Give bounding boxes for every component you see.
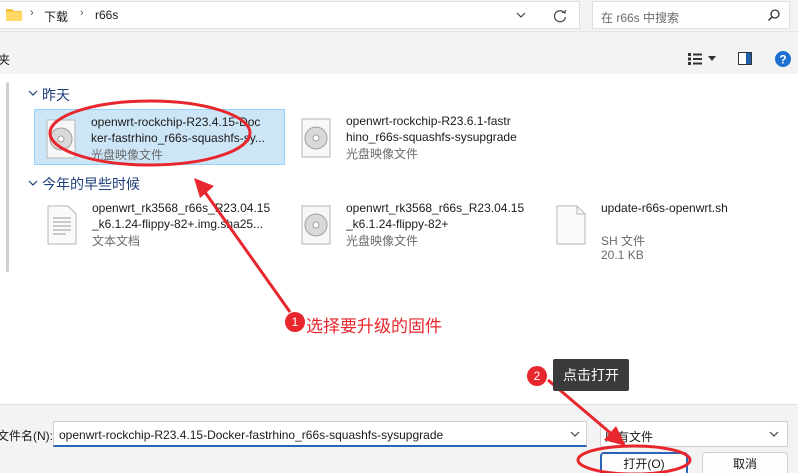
breadcrumb-downloads[interactable]: 下载 [44,8,68,25]
file-type: 光盘映像文件 [346,147,419,161]
chevron-down-icon[interactable] [570,430,580,438]
step-2-note: 点击打开 [553,359,629,391]
chevron-down-icon[interactable] [28,178,38,188]
file-name: openwrt-rockchip-R23.6.1-fastr hino_r66s… [346,114,517,144]
group-header-yesterday[interactable]: 昨天 [42,85,70,105]
file-name: openwrt-rockchip-R23.4.15-Doc ker-fastrh… [91,115,265,145]
file-item[interactable]: openwrt-rockchip-R23.4.15-Doc ker-fastrh… [34,109,285,165]
svg-text:?: ? [779,53,786,67]
address-bar[interactable]: › 下载 › r66s [0,1,580,29]
cancel-button[interactable]: 取消 [702,452,788,473]
step-badge: 1 [285,312,305,332]
file-item[interactable]: update-r66s-openwrt.sh SH 文件 20.1 KB [545,196,785,262]
text-document-icon [47,205,77,245]
preview-pane-icon[interactable] [738,52,752,65]
file-name: update-r66s-openwrt.sh [601,201,728,215]
file-type: SH 文件 [601,234,646,248]
file-list: 昨天 openwrt-rockchip-R23.4.15-Doc ker-fas… [0,74,798,404]
step-badge: 2 [527,366,547,386]
file-item[interactable]: openwrt_rk3568_r66s_R23.04.15 _k6.1.24-f… [290,196,541,252]
new-folder-button[interactable]: 夹 [0,51,10,68]
file-type: 文本文档 [92,234,141,248]
disc-image-icon [46,119,76,159]
chevron-right-icon: › [80,7,84,19]
filetype-select[interactable]: 所有文件 [600,421,788,447]
open-button[interactable]: 打开(O) [600,452,688,473]
step-1-note: 选择要升级的固件 [306,317,442,336]
file-type: 光盘映像文件 [91,148,164,162]
folder-icon [6,9,22,21]
chevron-down-icon[interactable] [769,430,779,438]
file-name: openwrt_rk3568_r66s_R23.04.15 _k6.1.24-f… [346,201,525,231]
refresh-icon[interactable] [552,8,568,24]
script-file-icon [556,205,586,245]
chevron-down-icon[interactable] [28,88,38,98]
disc-image-icon [301,118,331,158]
breadcrumb-r66s[interactable]: r66s [95,8,118,22]
chevron-down-icon[interactable] [514,8,528,22]
disc-image-icon [301,205,331,245]
view-options-icon[interactable] [688,52,702,66]
search-input[interactable]: 在 r66s 中搜索 [601,9,679,26]
caret-down-icon[interactable] [708,56,716,62]
group-header-earlier-this-year[interactable]: 今年的早些时候 [42,174,140,194]
help-icon[interactable]: ? [775,51,791,67]
filetype-value: 所有文件 [605,430,654,444]
file-type: 光盘映像文件 [346,234,419,248]
file-size: 20.1 KB [601,248,644,262]
chevron-right-icon: › [30,7,34,19]
filename-value[interactable]: openwrt-rockchip-R23.4.15-Docker-fastrhi… [59,428,443,442]
filename-label: 文件名(N): [0,429,53,443]
file-item[interactable]: openwrt_rk3568_r66s_R23.04.15 _k6.1.24-f… [36,196,287,252]
search-box[interactable]: 在 r66s 中搜索 [592,1,790,29]
file-name: openwrt_rk3568_r66s_R23.04.15 _k6.1.24-f… [92,201,271,231]
scrollbar[interactable] [6,82,9,272]
address-bar-row: › 下载 › r66s 在 r66s 中搜索 [0,0,798,32]
filename-field[interactable]: openwrt-rockchip-R23.4.15-Docker-fastrhi… [53,421,587,447]
file-item[interactable]: openwrt-rockchip-R23.6.1-fastr hino_r66s… [290,109,541,165]
search-icon [767,9,780,22]
dialog-footer: 文件名(N): openwrt-rockchip-R23.4.15-Docker… [0,404,798,473]
